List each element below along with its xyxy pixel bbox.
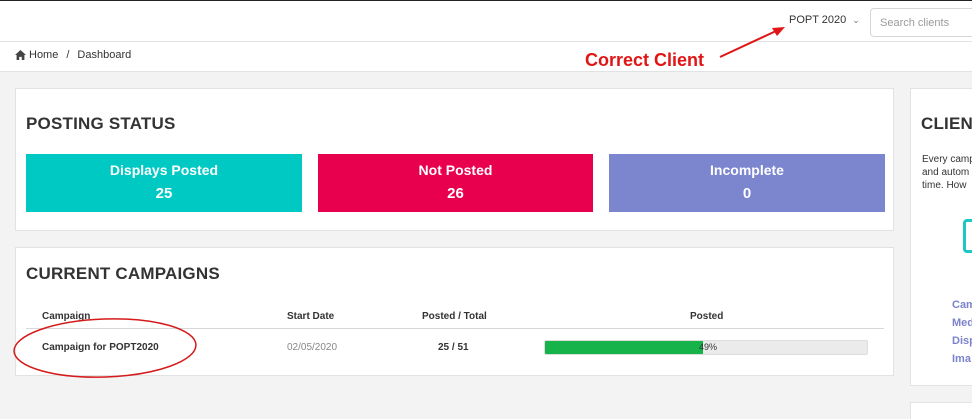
stat-label: Incomplete bbox=[710, 162, 784, 178]
top-bar: POPT 2020 ⌄ bbox=[0, 0, 972, 42]
search-clients-input[interactable] bbox=[870, 8, 972, 37]
campaign-progress-bar: 49% bbox=[544, 340, 868, 355]
link-images[interactable]: Ima bbox=[952, 350, 972, 368]
campaign-start-date: 02/05/2020 bbox=[287, 342, 338, 353]
campaign-name[interactable]: Campaign for POPT2020 bbox=[42, 342, 159, 353]
posting-status-card: POSTING STATUS Displays Posted 25 Not Po… bbox=[15, 88, 894, 231]
client-info-text-line: Every camp bbox=[922, 154, 972, 165]
table-divider bbox=[26, 328, 884, 329]
client-info-title: CLIENT bbox=[921, 114, 972, 133]
client-info-text-line: time. How bbox=[922, 180, 967, 191]
client-info-links: Cam Med Disp Ima bbox=[952, 296, 972, 368]
header-posted[interactable]: Posted bbox=[690, 311, 723, 322]
current-campaigns-title: CURRENT CAMPAIGNS bbox=[26, 264, 220, 283]
progress-fill bbox=[545, 341, 703, 354]
stat-not-posted[interactable]: Not Posted 26 bbox=[318, 154, 593, 212]
client-info-text-line: and autom bbox=[922, 167, 970, 178]
client-name: POPT 2020 bbox=[789, 14, 847, 26]
client-info-text: Every camp and autom time. How bbox=[922, 153, 972, 192]
client-info-card: CLIENT Every camp and autom time. How Ca… bbox=[910, 88, 972, 386]
annotation-label: Correct Client bbox=[585, 50, 705, 70]
link-campaigns[interactable]: Cam bbox=[952, 296, 972, 314]
breadcrumb: Home / Dashboard bbox=[15, 49, 131, 61]
stat-value: 25 bbox=[155, 185, 173, 202]
header-start-date[interactable]: Start Date bbox=[287, 311, 334, 322]
client-selector[interactable]: POPT 2020 ⌄ bbox=[789, 14, 860, 26]
link-displays[interactable]: Disp bbox=[952, 332, 972, 350]
posting-status-title: POSTING STATUS bbox=[26, 114, 176, 133]
breadcrumb-home[interactable]: Home bbox=[15, 49, 58, 61]
stat-displays-posted[interactable]: Displays Posted 25 bbox=[26, 154, 302, 212]
stat-label: Not Posted bbox=[418, 162, 493, 178]
link-media[interactable]: Med bbox=[952, 314, 972, 332]
current-campaigns-card: CURRENT CAMPAIGNS Campaign Start Date Po… bbox=[15, 247, 894, 376]
progress-label: 49% bbox=[699, 342, 718, 352]
clipboard-icon bbox=[963, 219, 972, 253]
campaign-posted-total: 25 / 51 bbox=[438, 342, 469, 353]
breadcrumb-home-label: Home bbox=[29, 49, 59, 61]
breadcrumb-current: Dashboard bbox=[77, 49, 132, 61]
stat-incomplete[interactable]: Incomplete 0 bbox=[609, 154, 885, 212]
secondary-side-card bbox=[910, 402, 972, 419]
breadcrumb-separator: / bbox=[66, 49, 70, 61]
header-campaign[interactable]: Campaign bbox=[42, 311, 90, 322]
stat-value: 0 bbox=[742, 185, 752, 202]
stat-label: Displays Posted bbox=[109, 162, 219, 178]
chevron-down-icon: ⌄ bbox=[852, 14, 860, 25]
header-posted-total[interactable]: Posted / Total bbox=[422, 311, 487, 322]
breadcrumb-bar: Home / Dashboard bbox=[0, 42, 972, 72]
stat-value: 26 bbox=[447, 185, 464, 202]
home-icon bbox=[15, 50, 26, 60]
